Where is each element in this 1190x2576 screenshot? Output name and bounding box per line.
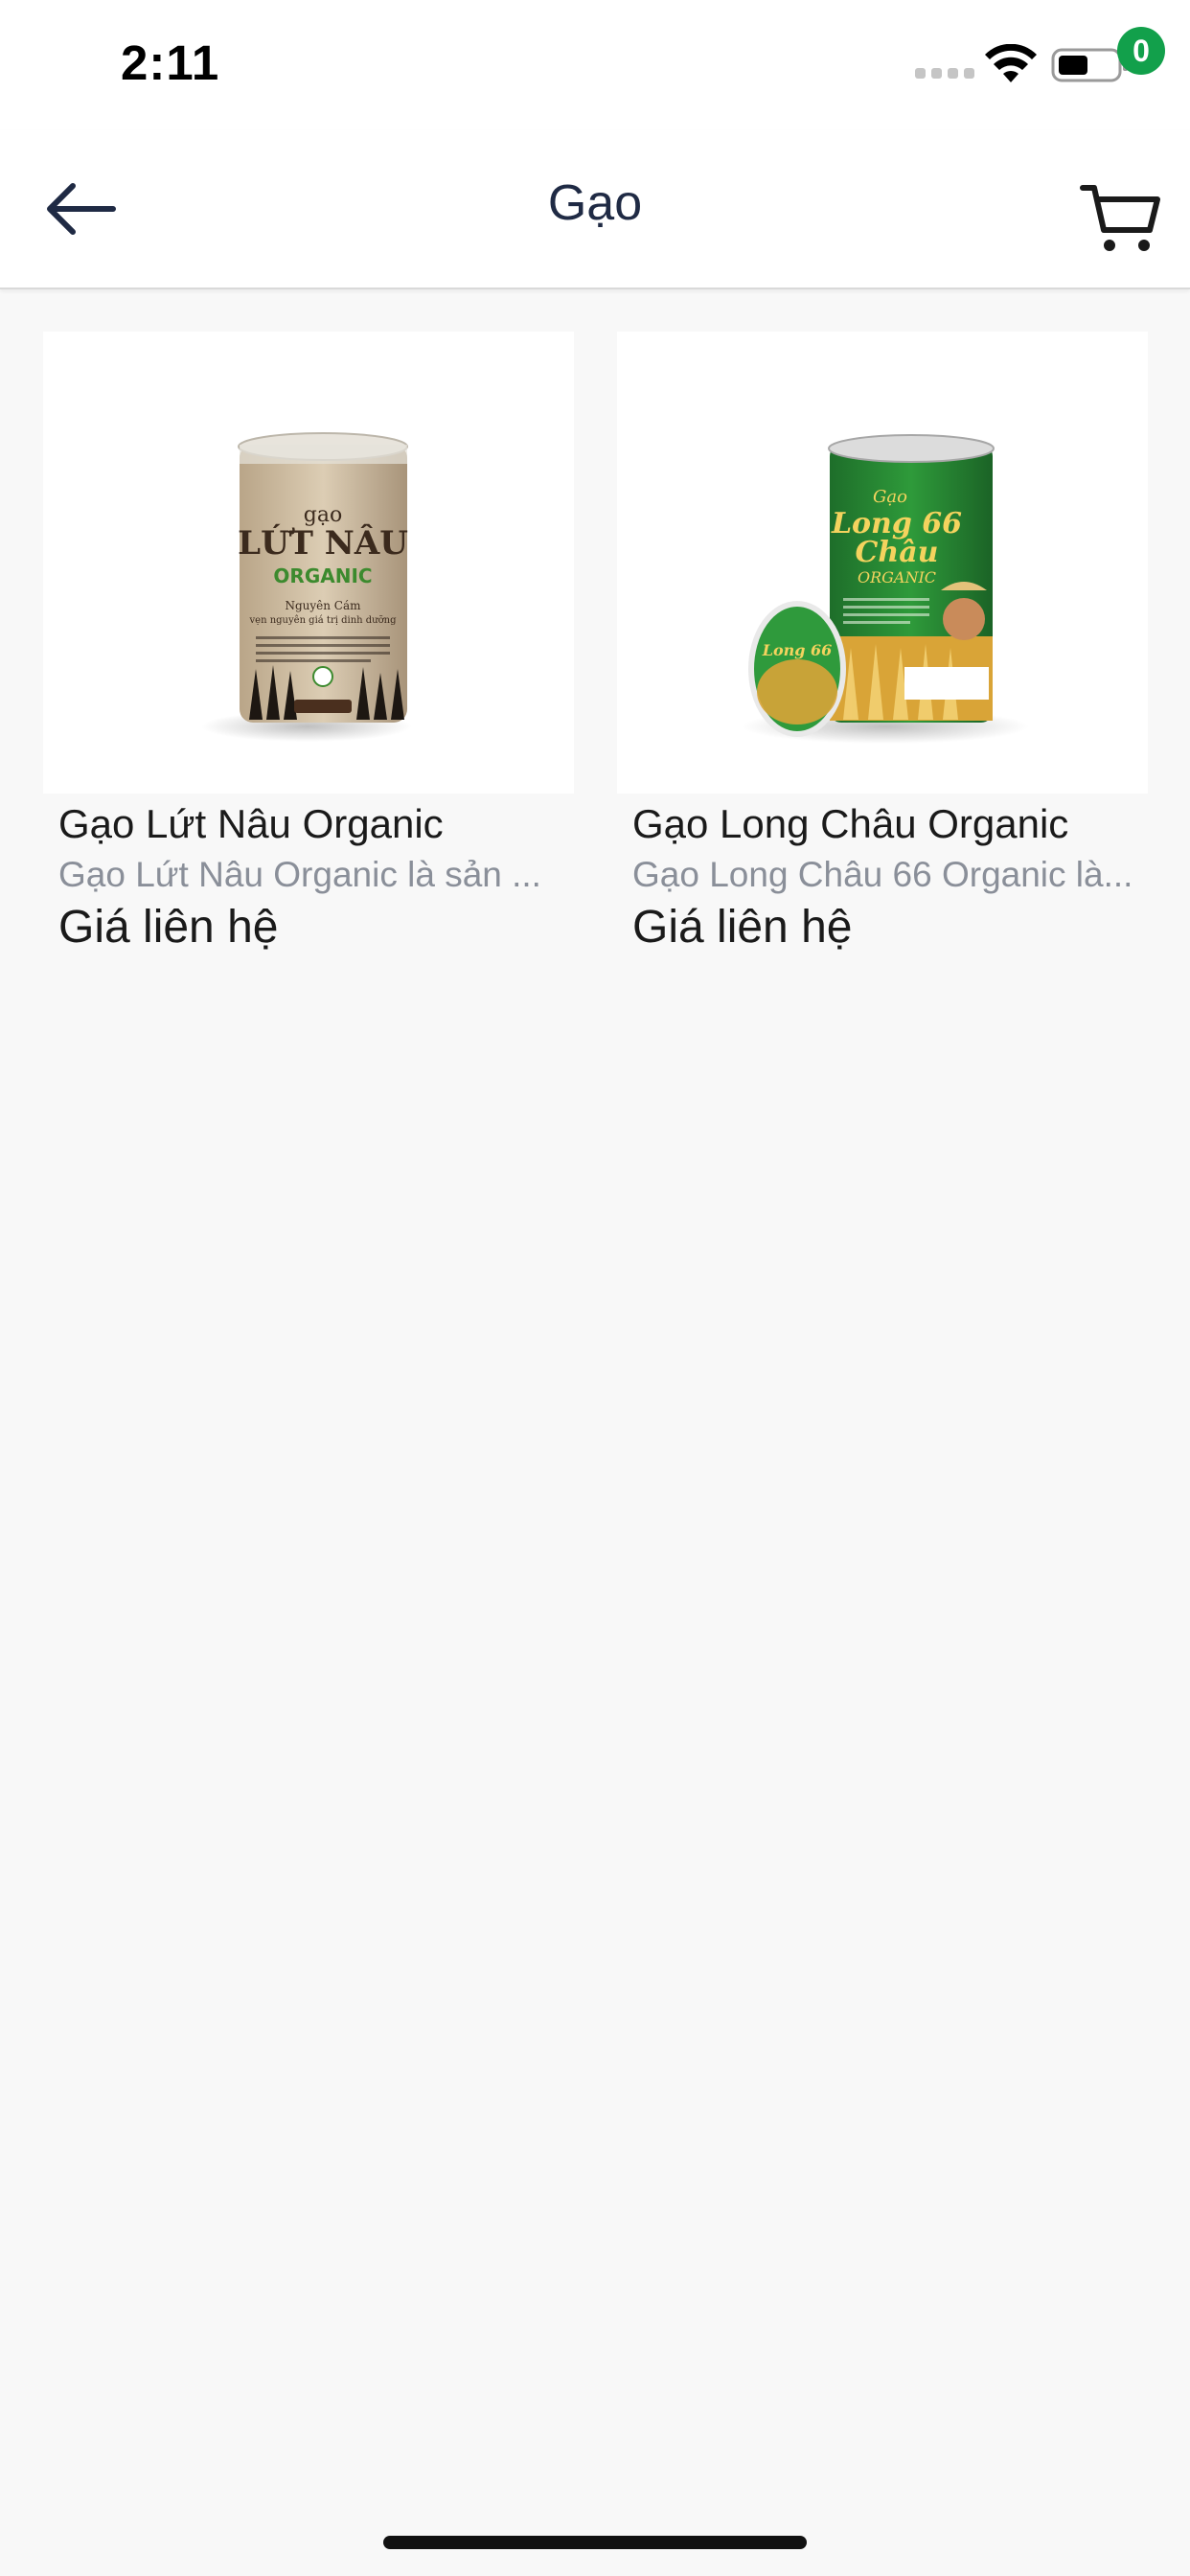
cellular-signal-icon xyxy=(915,68,974,79)
product-description: Gạo Long Châu 66 Organic là... xyxy=(632,855,1133,894)
product-price: Giá liên hệ xyxy=(632,902,853,953)
package-text-small: Gạo xyxy=(873,487,907,507)
cart-count-badge: 0 xyxy=(1117,27,1165,75)
package-text-tag: ORGANIC xyxy=(858,568,936,586)
product-price: Giá liên hệ xyxy=(58,902,279,953)
product-name: Gạo Lứt Nâu Organic xyxy=(58,801,444,846)
status-bar: 2:11 xyxy=(0,0,1190,130)
product-card[interactable]: Gạo Long 66 Châu ORGANIC Long 66 Gạo Lon… xyxy=(617,332,1148,983)
cart-button[interactable] xyxy=(1075,167,1167,259)
package-text-tag: ORGANIC xyxy=(273,564,372,587)
product-card[interactable]: gạo LỨT NÂU ORGANIC Nguyên Cám vẹn nguyê… xyxy=(43,332,574,983)
page-title: Gạo xyxy=(547,175,643,231)
status-time: 2:11 xyxy=(121,35,220,90)
wifi-icon xyxy=(985,44,1037,82)
lid-text: Long 66 xyxy=(762,641,833,659)
product-name: Gạo Long Châu Organic xyxy=(632,801,1069,846)
shopping-cart-icon xyxy=(1080,185,1160,251)
product-image: gạo LỨT NÂU ORGANIC Nguyên Cám vẹn nguyê… xyxy=(43,332,574,794)
product-image: Gạo Long 66 Châu ORGANIC Long 66 xyxy=(617,332,1148,794)
product-description: Gạo Lứt Nâu Organic là sản ... xyxy=(58,855,541,894)
nav-bar: Gạo xyxy=(0,130,1190,289)
package-text-brand-2: Châu xyxy=(856,536,939,569)
home-indicator[interactable] xyxy=(383,2536,807,2549)
package-text-brand: LỨT NÂU xyxy=(238,523,408,563)
package-text-sub1: Nguyên Cám xyxy=(285,599,361,612)
package-text-sub2: vẹn nguyên giá trị dinh dưỡng xyxy=(249,615,398,626)
